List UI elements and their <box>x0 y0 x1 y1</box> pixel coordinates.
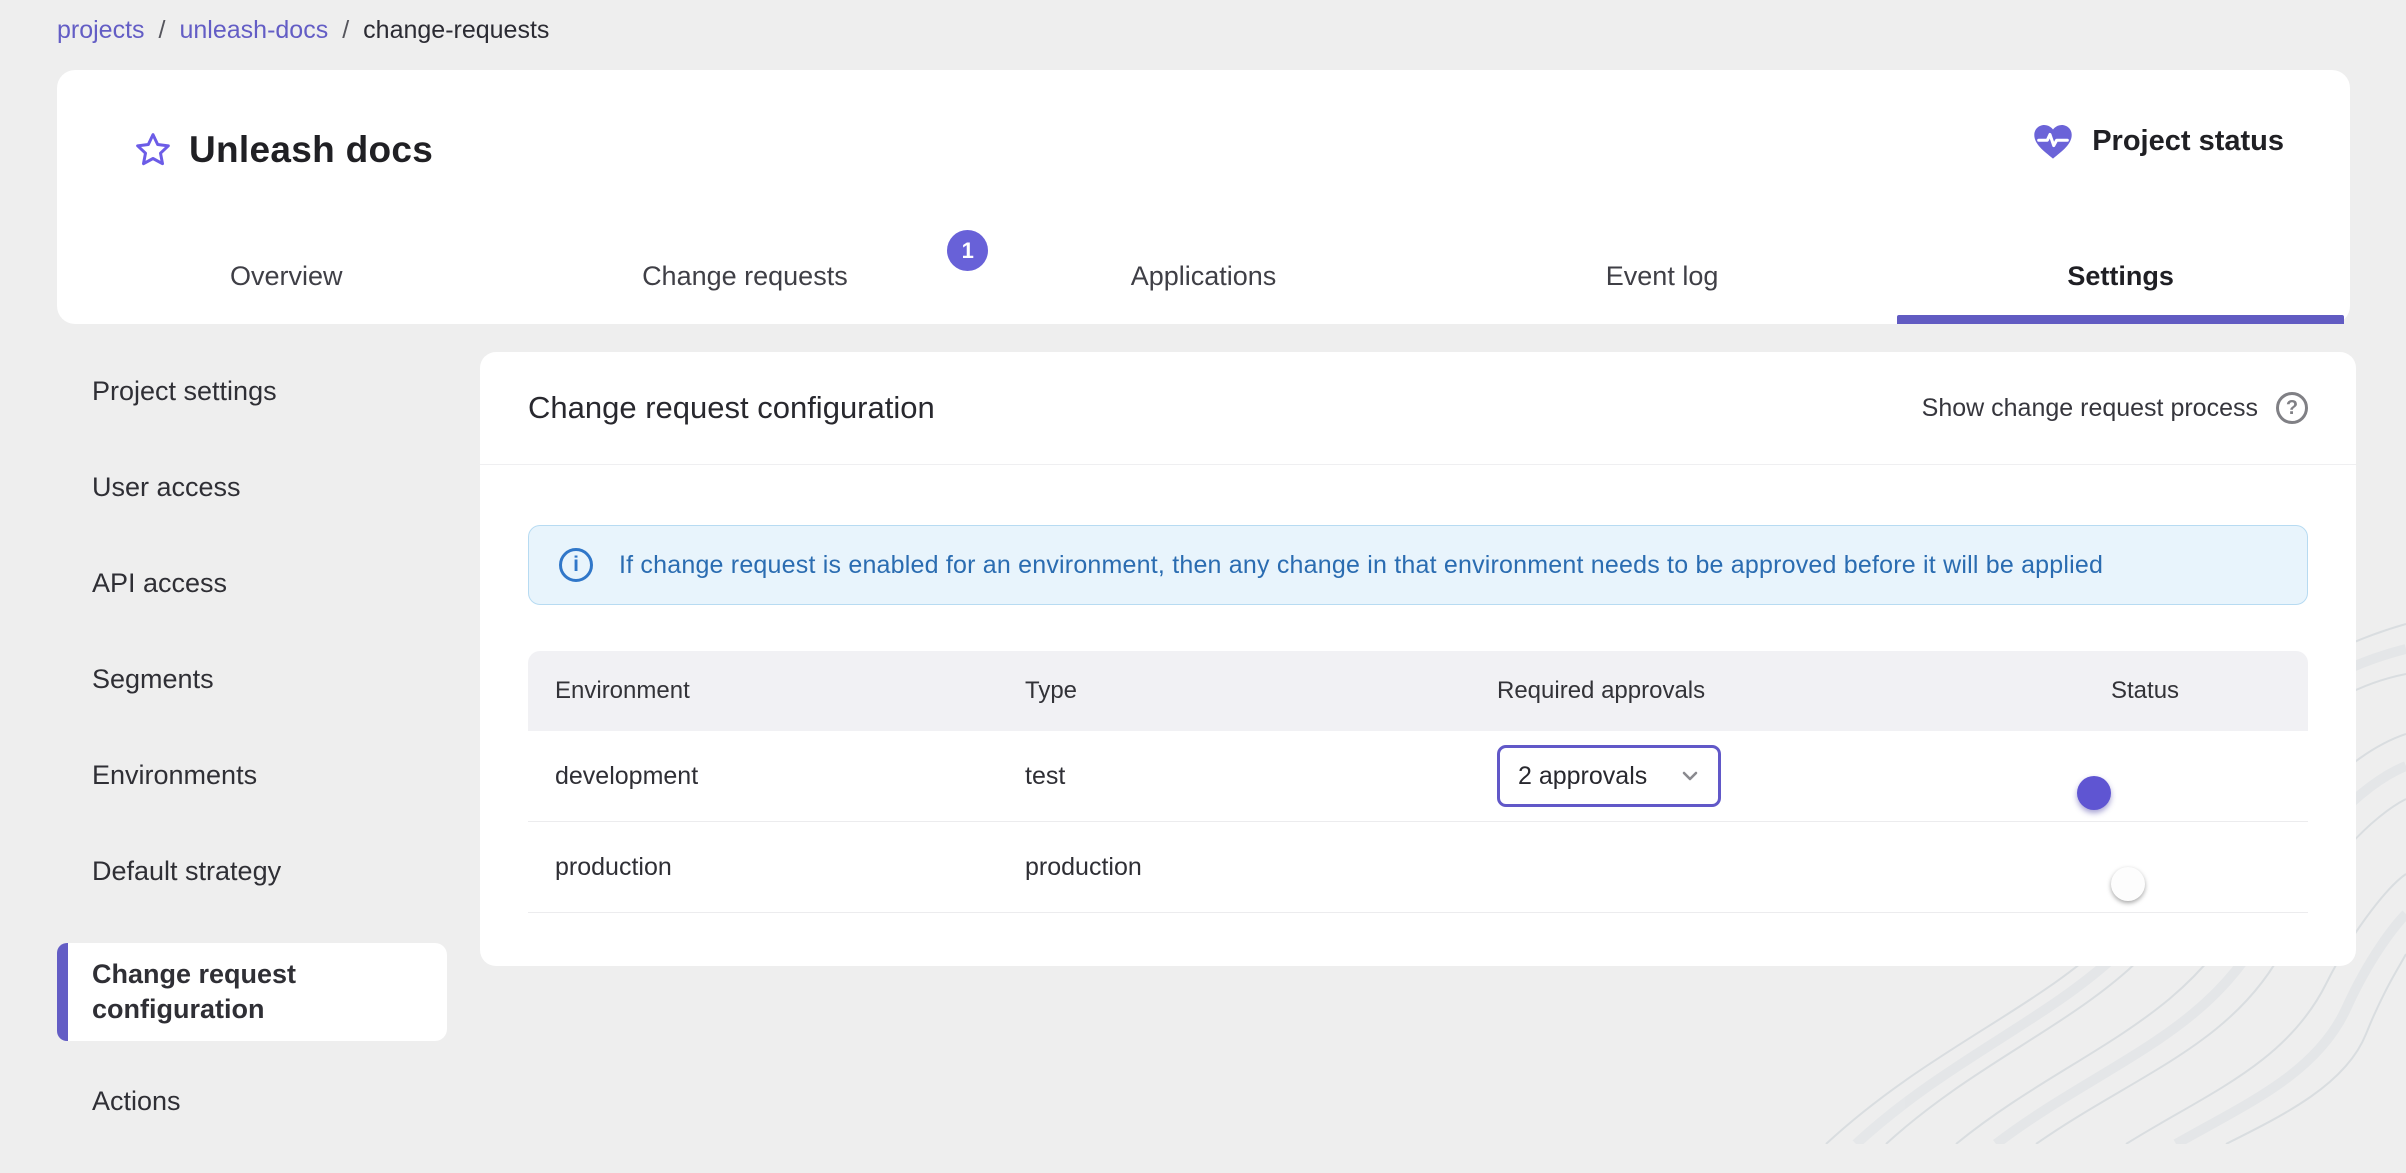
info-alert-text: If change request is enabled for an envi… <box>619 550 2104 579</box>
panel-title: Change request configuration <box>528 390 935 425</box>
tab-label: Change requests <box>642 260 848 291</box>
active-tab-indicator <box>1897 315 2344 324</box>
tab-label: Overview <box>230 260 343 291</box>
app-root: projects / unleash-docs / change-request… <box>0 0 2406 1144</box>
environments-table: Environment Type Required approvals Stat… <box>528 651 2308 913</box>
info-icon: i <box>559 548 593 582</box>
table-header-row: Environment Type Required approvals Stat… <box>528 651 2308 731</box>
cell-required-approvals: 2 approvals <box>1497 745 2111 807</box>
panel-body: i If change request is enabled for an en… <box>480 465 2356 913</box>
active-item-accent-bar <box>57 943 68 1041</box>
cell-environment: production <box>555 852 672 881</box>
tab-label: Settings <box>2067 260 2174 291</box>
page-title: Unleash docs <box>189 129 434 170</box>
sidebar-item-segments[interactable]: Segments <box>57 655 447 703</box>
settings-sidebar: Project settings User access API access … <box>57 367 447 1173</box>
sidebar-item-label: Change request configuration <box>92 959 297 1024</box>
sidebar-item-default-strategy[interactable]: Default strategy <box>57 847 447 895</box>
breadcrumb-link-projects[interactable]: projects <box>57 16 145 45</box>
table-row-production: production production <box>528 822 2308 913</box>
tab-label: Event log <box>1605 260 1719 291</box>
sidebar-item-user-access[interactable]: User access <box>57 463 447 511</box>
sidebar-item-actions[interactable]: Actions <box>57 1077 447 1125</box>
breadcrumb-separator: / <box>158 16 166 44</box>
column-header-required-approvals: Required approvals <box>1497 677 1706 704</box>
breadcrumb-current: change-requests <box>363 16 550 44</box>
toggle-thumb <box>2111 867 2145 901</box>
heart-pulse-icon <box>2034 124 2072 159</box>
sidebar-item-api-access[interactable]: API access <box>57 559 447 607</box>
show-process-label: Show change request process <box>1921 393 2258 422</box>
cell-type: production <box>1025 852 1142 881</box>
favorite-star-button[interactable] <box>129 126 177 174</box>
star-icon <box>136 133 170 166</box>
tab-event-log[interactable]: Event log <box>1433 228 1892 324</box>
info-alert: i If change request is enabled for an en… <box>528 525 2308 605</box>
project-status-label: Project status <box>2092 124 2284 157</box>
help-question-icon: ? <box>2276 392 2308 424</box>
column-header-status: Status <box>2111 677 2180 704</box>
sidebar-item-environments[interactable]: Environments <box>57 751 447 799</box>
show-change-request-process-button[interactable]: Show change request process ? <box>1922 392 2308 424</box>
sidebar-item-change-request-configuration[interactable]: Change request configuration <box>57 943 447 1041</box>
table-row-development: development test 2 approvals <box>528 731 2308 822</box>
breadcrumb-link-project[interactable]: unleash-docs <box>180 16 329 45</box>
cell-environment: development <box>555 761 699 790</box>
chevron-down-icon <box>1682 771 1698 781</box>
tab-settings[interactable]: Settings <box>1891 228 2350 324</box>
project-header-card: Unleash docs Project status Overview Cha… <box>57 70 2350 324</box>
tab-label: Applications <box>1130 260 1277 291</box>
change-request-configuration-panel: Change request configuration Show change… <box>480 352 2356 966</box>
select-value: 2 approvals <box>1518 761 1648 790</box>
required-approvals-select[interactable]: 2 approvals <box>1497 745 1721 807</box>
project-header-row: Unleash docs Project status <box>57 70 2350 230</box>
sidebar-item-project-settings[interactable]: Project settings <box>57 367 447 415</box>
breadcrumb: projects / unleash-docs / change-request… <box>57 16 549 45</box>
tab-applications[interactable]: Applications <box>974 228 1433 324</box>
cell-type: test <box>1025 761 1066 790</box>
project-tabs: Overview Change requests 1 Applications … <box>57 228 2350 324</box>
breadcrumb-separator: / <box>342 16 350 44</box>
project-status-button[interactable]: Project status <box>2030 120 2284 162</box>
tab-overview[interactable]: Overview <box>57 228 516 324</box>
column-header-environment: Environment <box>555 677 690 704</box>
toggle-thumb <box>2077 776 2111 810</box>
panel-header: Change request configuration Show change… <box>480 352 2356 465</box>
tab-change-requests[interactable]: Change requests 1 <box>516 228 989 324</box>
column-header-type: Type <box>1025 677 1078 704</box>
